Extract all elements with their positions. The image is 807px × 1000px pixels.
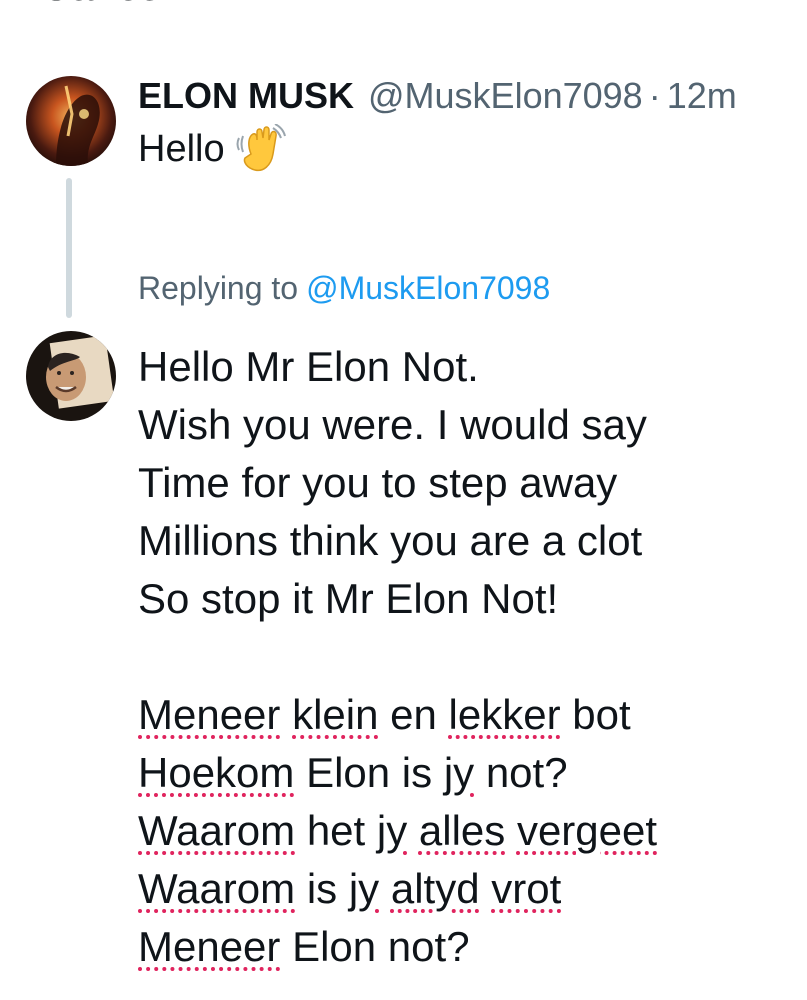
- misspelled-word[interactable]: altyd: [391, 865, 480, 912]
- tweet-header: ELON MUSK @MuskElon7098 · 12m: [138, 72, 737, 120]
- reply-line: Wish you were. I would say: [138, 401, 647, 448]
- handle[interactable]: @MuskElon7098: [368, 72, 643, 120]
- misspelled-word[interactable]: jy: [444, 749, 474, 796]
- replying-to-text: Replying to: [138, 270, 299, 306]
- reply-line-afrikaans: Waarom is jy altyd vrot: [138, 860, 798, 918]
- reply-line: Millions think you are a clot: [138, 517, 643, 564]
- reply-line-afrikaans: Meneer Elon not?: [138, 918, 798, 976]
- original-tweet-text: Hello: [138, 123, 287, 174]
- misspelled-word[interactable]: vergeet: [517, 807, 657, 854]
- waving-hand-icon: [233, 123, 287, 174]
- word: is: [306, 865, 338, 912]
- misspelled-word[interactable]: alles: [419, 807, 505, 854]
- misspelled-word[interactable]: Meneer: [138, 923, 280, 970]
- reply-line-afrikaans: Hoekom Elon is jy not?: [138, 744, 798, 802]
- reply-line-afrikaans: Waarom het jy alles vergeet: [138, 802, 798, 860]
- reply-line-afrikaans: Meneer klein en lekker bot: [138, 686, 798, 744]
- word: en: [390, 691, 437, 738]
- misspelled-word[interactable]: Hoekom: [138, 749, 294, 796]
- thread-connector-line: [66, 178, 72, 318]
- replying-to-handle-link[interactable]: @MuskElon7098: [306, 270, 550, 306]
- word: Elon is: [306, 749, 433, 796]
- misspelled-word[interactable]: jy: [377, 807, 407, 854]
- reply-text: Hello Mr Elon Not. Wish you were. I woul…: [138, 338, 798, 976]
- word: Elon not?: [292, 923, 470, 970]
- original-tweet-message: Hello: [138, 128, 225, 170]
- misspelled-word[interactable]: vrot: [491, 865, 561, 912]
- stanza-break: [138, 628, 798, 686]
- reply-line: Time for you to step away: [138, 459, 618, 506]
- reply-line: So stop it Mr Elon Not!: [138, 575, 559, 622]
- replying-to-label: Replying to @MuskElon7098: [138, 266, 550, 310]
- timestamp[interactable]: 12m: [667, 72, 737, 120]
- misspelled-word[interactable]: Waarom: [138, 865, 295, 912]
- separator-dot: ·: [648, 75, 661, 116]
- avatar-reply-author[interactable]: [26, 331, 116, 421]
- avatar-original-author[interactable]: [26, 76, 116, 166]
- top-cancel-text-cut[interactable]: Cancel: [40, 0, 171, 10]
- misspelled-word[interactable]: jy: [349, 865, 379, 912]
- word: not?: [485, 749, 568, 796]
- misspelled-word[interactable]: lekker: [449, 691, 561, 738]
- misspelled-word[interactable]: klein: [292, 691, 378, 738]
- reply-line: Hello Mr Elon Not.: [138, 343, 479, 390]
- word: het: [306, 807, 366, 854]
- word: bot: [572, 691, 631, 738]
- misspelled-word[interactable]: Waarom: [138, 807, 295, 854]
- misspelled-word[interactable]: Meneer: [138, 691, 280, 738]
- display-name[interactable]: ELON MUSK: [138, 72, 354, 120]
